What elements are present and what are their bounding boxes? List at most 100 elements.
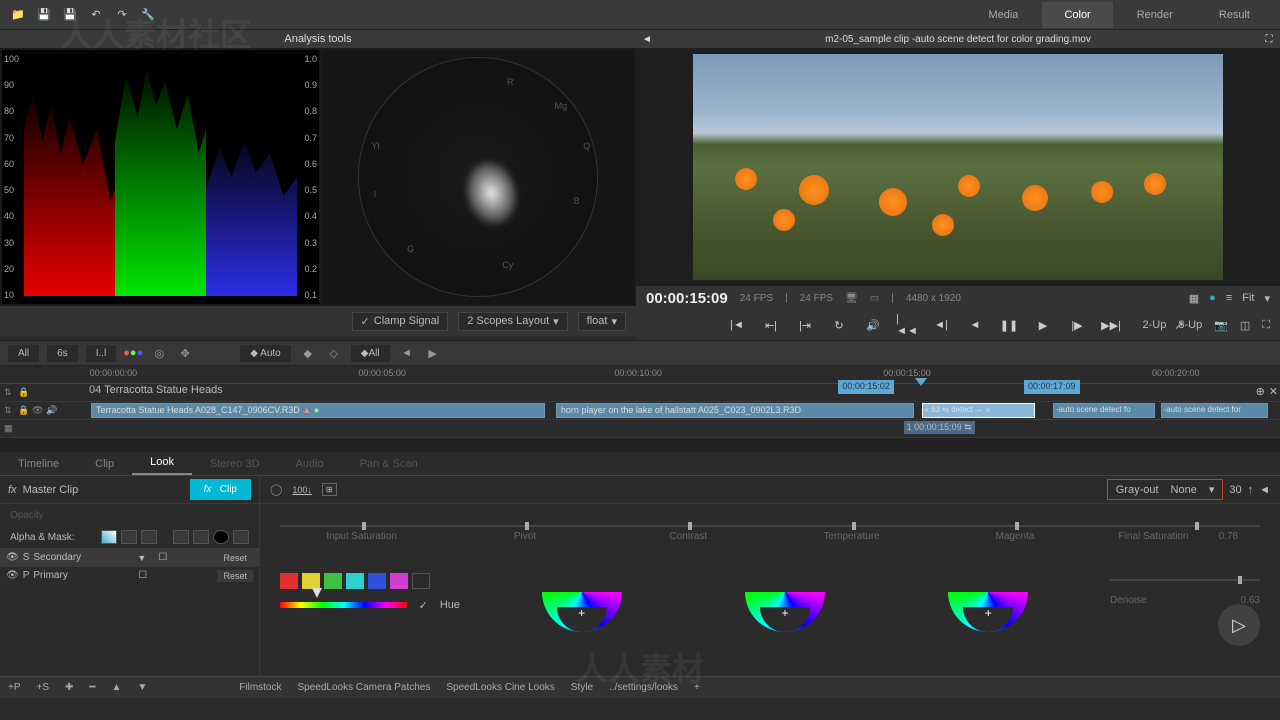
alpha-btn-2[interactable] (121, 530, 137, 544)
next-clip-icon[interactable]: ▶▶| (1101, 315, 1121, 335)
viewer-collapse-left-icon[interactable]: ◄ (640, 34, 654, 45)
track-eye-icon[interactable]: 👁 (32, 405, 43, 416)
primary-reset-button[interactable]: Reset (217, 570, 253, 582)
primary-row[interactable]: 👁 P Primary ☐ Reset (0, 566, 259, 584)
secondary-reset-button[interactable]: Reset (217, 552, 253, 564)
compare-icon[interactable]: ◫ (1240, 319, 1250, 332)
tab-look[interactable]: Look (132, 451, 192, 475)
viewer-image[interactable] (693, 54, 1223, 280)
color-wheel-2[interactable]: + (745, 552, 825, 632)
track-lock2-icon[interactable]: 🔒 (18, 405, 29, 416)
hue-thumb[interactable] (312, 588, 322, 598)
tab-timeline[interactable]: Timeline (0, 453, 77, 475)
track-sort-icon[interactable]: ⇅ (4, 387, 15, 398)
circles-icon[interactable]: ◎ (150, 344, 168, 362)
param-magenta[interactable]: Magenta (933, 504, 1096, 542)
style-button[interactable]: Style (571, 682, 593, 693)
swatch-magenta[interactable] (390, 573, 408, 589)
percent-icon[interactable]: 100↓ (292, 485, 312, 495)
color-wheel-1[interactable]: + (542, 552, 622, 632)
save-icon[interactable]: 💾 (34, 5, 54, 25)
grid-tool-icon[interactable]: ⊞ (322, 483, 337, 496)
step-forward-icon[interactable]: |▶ (1067, 315, 1087, 335)
filter-all2-button[interactable]: ◆All (351, 345, 390, 362)
clip-hallstatt[interactable]: horn player on the lake of hallstatt A02… (556, 403, 915, 418)
fit-dropdown-arrow-icon[interactable]: ▾ (1264, 292, 1270, 305)
add-p-button[interactable]: +P (8, 682, 21, 693)
speedlooks-cine-button[interactable]: SpeedLooks Cine Looks (446, 682, 554, 693)
sphere-icon[interactable]: ● (1209, 292, 1216, 304)
clamp-signal-toggle[interactable]: ✓ Clamp Signal (352, 312, 449, 331)
param-input-sat[interactable]: Input Saturation (280, 504, 443, 542)
nav-prev-icon[interactable]: ◄ (398, 344, 416, 362)
tab-stereo3d[interactable]: Stereo 3D (192, 453, 278, 475)
grayout-dropdown[interactable]: Gray-out None ▾ (1107, 479, 1224, 500)
snapshot-icon[interactable]: 📷 (1214, 319, 1228, 332)
set-out-icon[interactable]: |⇥ (795, 315, 815, 335)
fit-dropdown[interactable]: Fit (1242, 292, 1254, 304)
settings-path[interactable]: ../settings/looks (609, 682, 678, 693)
alpha-btn-6[interactable] (213, 530, 229, 544)
filter-6s-button[interactable]: 6s (47, 345, 78, 362)
thirty-value[interactable]: 30 (1229, 484, 1241, 496)
filter-il-button[interactable]: I..l (86, 345, 117, 362)
alpha-btn-7[interactable] (233, 530, 249, 544)
param-pivot[interactable]: Pivot (443, 504, 606, 542)
sort-up-icon[interactable]: ▲ (111, 682, 121, 693)
track-grid-icon[interactable]: ▦ (4, 423, 15, 434)
diamond-2-icon[interactable]: ◇ (325, 344, 343, 362)
swatch-green[interactable] (324, 573, 342, 589)
filmstock-button[interactable]: Filmstock (239, 682, 281, 693)
clip-terracotta[interactable]: Terracotta Statue Heads A028_C147_0906CV… (91, 403, 545, 418)
eye2-icon[interactable]: 👁 (6, 570, 19, 581)
filter-all-button[interactable]: All (8, 345, 39, 362)
add-preset-icon[interactable]: + (694, 682, 700, 693)
move-icon[interactable]: ✥ (176, 344, 194, 362)
track-sort2-icon[interactable]: ⇅ (4, 405, 15, 416)
clip-auto1[interactable]: -auto scene detect fo (1053, 403, 1155, 418)
save-as-icon[interactable]: 💾 (60, 5, 80, 25)
auto-button[interactable]: ◆ Auto (240, 345, 291, 362)
alpha-btn-4[interactable] (173, 530, 189, 544)
tab-panscan[interactable]: Pan & Scan (342, 453, 436, 475)
swatch-more[interactable] (412, 573, 430, 589)
add-icon[interactable]: ✚ (65, 682, 73, 693)
hue-check-icon[interactable]: ✓ (419, 599, 428, 612)
tab-media[interactable]: Media (966, 2, 1040, 28)
viewer-expand-icon[interactable]: ⛶ (1262, 34, 1276, 45)
loop-icon[interactable]: ↻ (829, 315, 849, 335)
three-up-button[interactable]: 3-Up (1178, 319, 1202, 331)
tab-result[interactable]: Result (1197, 2, 1272, 28)
timeline-ruler[interactable]: 00:00:00:00 00:00:05:00 00:00:10:00 00:0… (0, 366, 1280, 384)
preferences-icon[interactable]: 🔧 (138, 5, 158, 25)
sort-down-icon[interactable]: ▼ (137, 682, 147, 693)
clip-toggle-button[interactable]: fx Clip (190, 479, 251, 500)
up-arrow-icon[interactable]: ↑ (1248, 484, 1254, 496)
swatch-blue[interactable] (368, 573, 386, 589)
ring-icon[interactable]: ◯ (270, 483, 282, 496)
track-expand-icon[interactable]: ⊕ (1256, 385, 1265, 398)
alpha-btn-1[interactable] (101, 530, 117, 544)
tab-audio[interactable]: Audio (278, 453, 342, 475)
open-folder-icon[interactable]: 📁 (8, 5, 28, 25)
track-lock-icon[interactable]: 🔒 (18, 387, 29, 398)
redo-icon[interactable]: ↷ (112, 5, 132, 25)
nav-next-icon[interactable]: ▶ (424, 344, 442, 362)
remove-icon[interactable]: ━ (89, 682, 95, 693)
alpha-btn-3[interactable] (141, 530, 157, 544)
track-close-icon[interactable]: ✕ (1269, 385, 1278, 398)
collapse-icon[interactable]: ◄ (1259, 484, 1270, 496)
secondary-filter-icon[interactable]: ▼ (131, 552, 152, 564)
diamond-1-icon[interactable]: ◆ (299, 344, 317, 362)
wheels-icon[interactable]: ●●● (124, 344, 142, 362)
secondary-row[interactable]: 👁 S Secondary ▼ ☐ Reset (0, 548, 259, 566)
play-overlay-icon[interactable]: ▷ (1218, 604, 1260, 646)
param-final-sat[interactable]: Final Saturation0.78 (1097, 504, 1260, 542)
clip-selected[interactable]: « 63 ⇆ detect ↔ » (922, 403, 1036, 418)
two-up-button[interactable]: 2-Up (1143, 319, 1167, 331)
scope-mode-dropdown[interactable]: float ▾ (578, 312, 626, 331)
step-back-icon[interactable]: ◄| (931, 315, 951, 335)
color-wheel-3[interactable]: + (948, 552, 1028, 632)
play-reverse-icon[interactable]: ◄ (965, 315, 985, 335)
swatch-yellow[interactable] (302, 573, 320, 589)
